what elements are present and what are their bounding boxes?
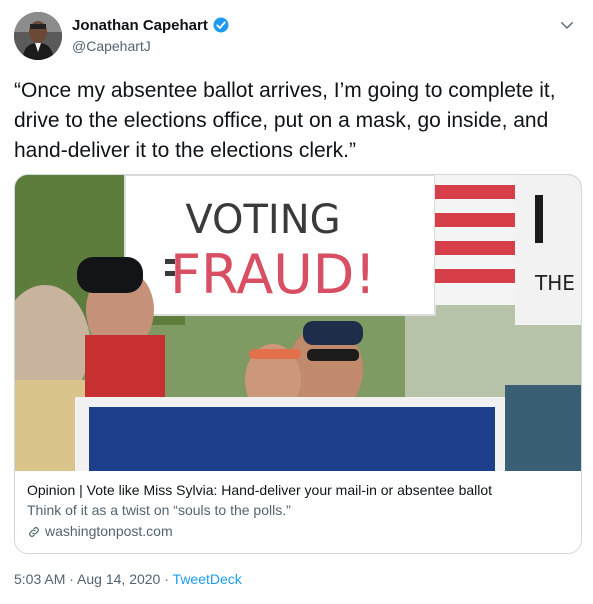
sign-text-voting: VOTING [185,197,340,243]
author-handle[interactable]: @CapehartJ [72,38,230,54]
avatar-image [14,12,62,60]
link-icon [29,526,39,537]
tweet-footer: 5:03 AM · Aug 14, 2020 · TweetDeck [14,571,242,587]
author-name-row[interactable]: Jonathan Capehart [72,16,230,34]
card-meta: Opinion | Vote like Miss Sylvia: Hand-de… [27,481,571,541]
card-domain[interactable]: washingtonpost.com [45,522,173,541]
card-domain-row: washingtonpost.com [27,522,571,541]
tweet-date[interactable]: Aug 14, 2020 [77,571,160,587]
sign-text-side: THE [534,271,575,295]
tweet-source-link[interactable]: TweetDeck [173,571,242,587]
footer-separator: · [65,571,78,587]
avatar[interactable] [14,12,62,60]
tweet-time[interactable]: 5:03 AM [14,571,65,587]
card-title[interactable]: Opinion | Vote like Miss Sylvia: Hand-de… [27,481,571,500]
card-description: Think of it as a twist on “souls to the … [27,502,291,518]
author-display-name[interactable]: Jonathan Capehart [72,17,208,34]
link-card[interactable]: VOTING FRAUD! THE Opinion | Vote like Mi… [14,174,582,554]
tweet-header: Jonathan Capehart @CapehartJ [14,12,580,62]
footer-separator: · [160,571,173,587]
verified-badge-icon [213,17,229,33]
author-names: Jonathan Capehart @CapehartJ [72,16,230,54]
card-image[interactable]: VOTING FRAUD! THE [15,175,581,471]
sign-text-fraud: FRAUD! [170,243,376,306]
chevron-down-icon[interactable] [558,16,576,34]
tweet-text: “Once my absentee ballot arrives, I’m go… [14,79,556,162]
